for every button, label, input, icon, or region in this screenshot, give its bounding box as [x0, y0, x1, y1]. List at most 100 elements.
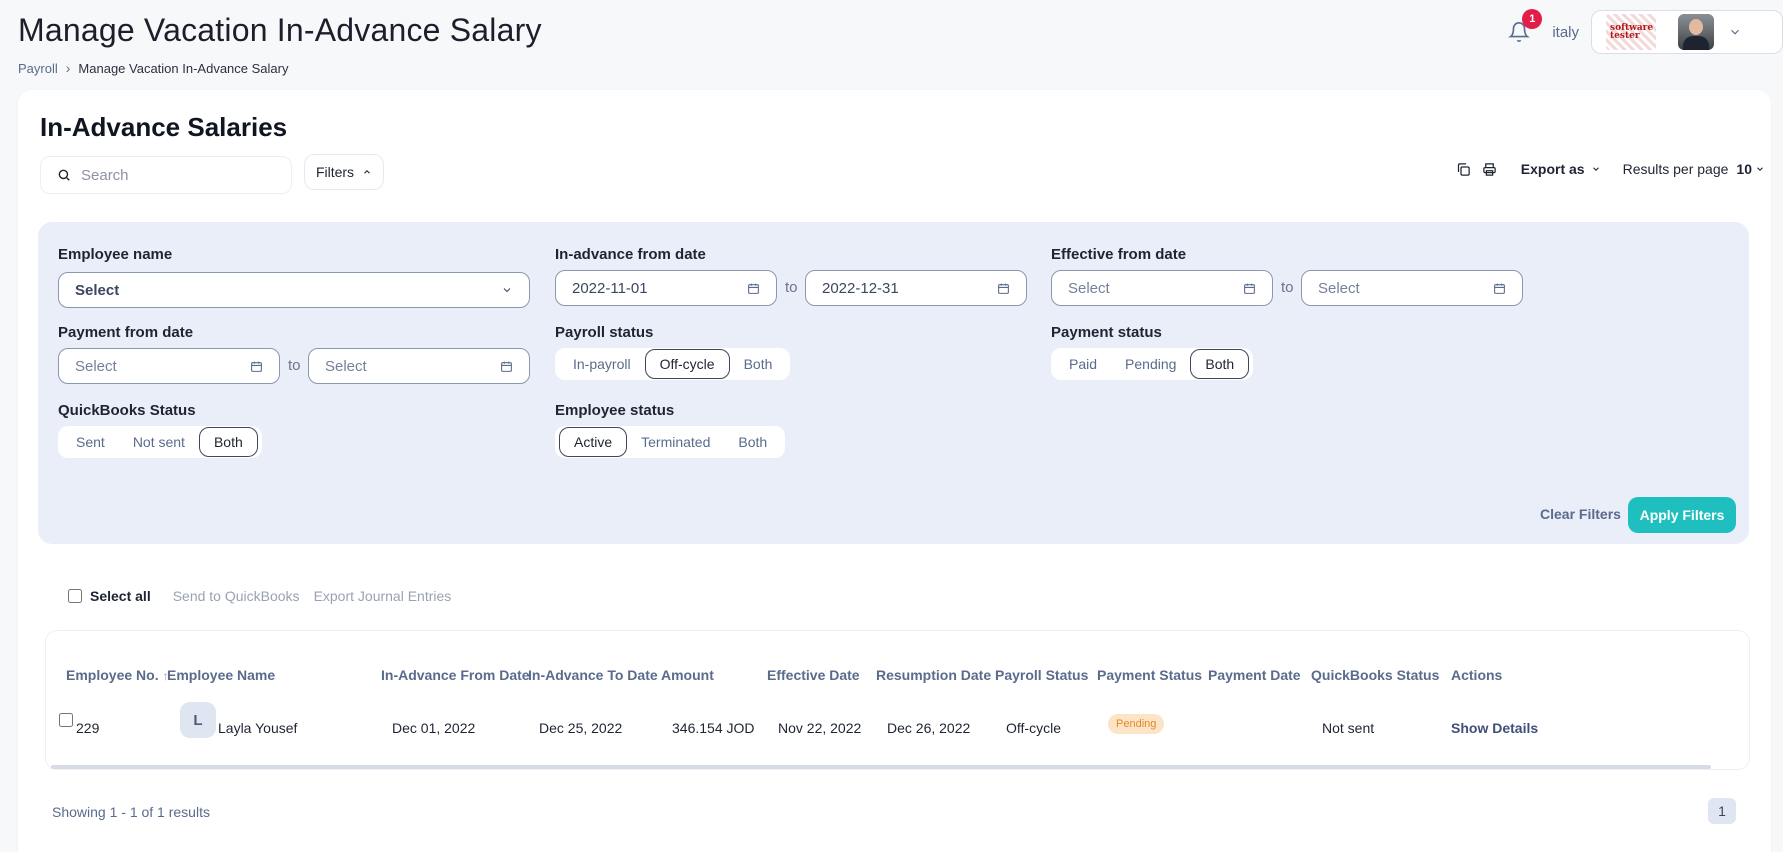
payroll-status-option[interactable]: In-payroll	[559, 349, 645, 379]
chevron-down-icon	[1731, 29, 1739, 35]
clear-filters-button[interactable]: Clear Filters	[1540, 506, 1621, 522]
show-details-link[interactable]: Show Details	[1451, 720, 1538, 736]
quickbooks-status-option[interactable]: Both	[198, 427, 258, 457]
effective-from-date-input[interactable]: Select	[1051, 270, 1273, 306]
col-effective-date: Effective Date	[767, 667, 860, 683]
col-from-date: In-Advance From Date	[381, 667, 530, 683]
employee-status-option[interactable]: Active	[559, 427, 628, 457]
payment-from-label: Payment from date	[58, 324, 194, 341]
search-icon	[58, 169, 70, 181]
employee-name-label: Employee name	[58, 246, 173, 263]
company-name: italy	[1552, 23, 1579, 41]
salaries-table: Employee No. ↑ Employee Name In-Advance …	[45, 630, 1750, 770]
print-icon[interactable]	[1481, 160, 1499, 178]
chevron-down-icon	[1592, 167, 1599, 172]
effective-to-value: Select	[1318, 279, 1360, 297]
select-all-label: Select all	[90, 588, 151, 604]
export-as-dropdown[interactable]: Export as	[1521, 161, 1601, 177]
calendar-icon	[998, 283, 1009, 294]
effective-from-value: Select	[1068, 279, 1110, 297]
payroll-status-option[interactable]: Both	[730, 349, 787, 379]
payroll-status-toggle: In-payroll Off-cycle Both	[555, 348, 791, 380]
cell-resumption-date: Dec 26, 2022	[887, 720, 971, 736]
search-box	[40, 156, 292, 194]
profile-menu[interactable]: software tester	[1591, 10, 1783, 54]
send-to-quickbooks-button[interactable]: Send to QuickBooks	[173, 588, 300, 604]
calendar-icon	[251, 361, 262, 372]
select-all-checkbox[interactable]	[68, 589, 82, 603]
breadcrumb: Payroll › Manage Vacation In-Advance Sal…	[18, 60, 288, 76]
employee-name-select[interactable]: Select	[58, 272, 530, 308]
inadvance-to-date-input[interactable]: 2022-12-31	[805, 270, 1027, 306]
employee-avatar: L	[180, 702, 216, 738]
calendar-icon	[501, 361, 512, 372]
quickbooks-status-option[interactable]: Sent	[62, 427, 119, 457]
chevron-down-icon	[1757, 167, 1763, 172]
results-per-page-value: 10	[1736, 161, 1752, 177]
page-button[interactable]: 1	[1708, 798, 1736, 824]
card-title: In-Advance Salaries	[40, 112, 288, 142]
payroll-status-label: Payroll status	[555, 324, 654, 341]
filters-toggle-button[interactable]: Filters	[304, 154, 384, 190]
cell-effective-date: Nov 22, 2022	[778, 720, 862, 736]
col-employee-name: Employee Name	[167, 667, 276, 683]
payment-status-option[interactable]: Pending	[1111, 349, 1190, 379]
to-separator: to	[1281, 279, 1294, 296]
quickbooks-status-toggle: Sent Not sent Both	[58, 426, 262, 458]
col-resumption-date: Resumption Date	[876, 667, 992, 683]
search-input[interactable]	[81, 166, 271, 184]
calendar-icon	[1494, 283, 1505, 294]
quickbooks-status-option[interactable]: Not sent	[119, 427, 199, 457]
payroll-status-option[interactable]: Off-cycle	[644, 349, 730, 379]
inadvance-from-date-input[interactable]: 2022-11-01	[555, 270, 777, 306]
calendar-icon	[748, 283, 759, 294]
to-separator: to	[288, 357, 301, 374]
breadcrumb-payroll-link[interactable]: Payroll	[18, 61, 58, 76]
cell-quickbooks-status: Not sent	[1322, 720, 1375, 736]
effective-to-date-input[interactable]: Select	[1301, 270, 1523, 306]
employee-status-option[interactable]: Both	[724, 427, 781, 457]
inadvance-to-value: 2022-12-31	[822, 279, 899, 297]
copy-icon[interactable]	[1455, 160, 1473, 178]
inadvance-from-label: In-advance from date	[555, 246, 706, 263]
cell-amount: 346.154 JOD	[672, 720, 755, 736]
cell-from-date: Dec 01, 2022	[392, 720, 476, 736]
col-payment-date: Payment Date	[1208, 667, 1301, 683]
effective-from-label: Effective from date	[1051, 246, 1187, 263]
export-journal-entries-button[interactable]: Export Journal Entries	[314, 588, 452, 604]
row-checkbox[interactable]	[59, 713, 73, 727]
notification-count-badge: 1	[1522, 9, 1543, 29]
payment-from-date-input[interactable]: Select	[58, 348, 280, 384]
col-employee-no[interactable]: Employee No. ↑	[66, 667, 168, 683]
payment-status-option[interactable]: Paid	[1055, 349, 1111, 379]
payment-to-date-input[interactable]: Select	[308, 348, 530, 384]
employee-status-option[interactable]: Terminated	[627, 427, 724, 457]
payment-to-value: Select	[325, 357, 367, 375]
results-per-page-label: Results per page	[1622, 161, 1729, 177]
cell-employee-no: 229	[76, 720, 100, 736]
payment-status-option[interactable]: Both	[1190, 349, 1250, 379]
main-card: In-Advance Salaries Filters Export as Re…	[18, 90, 1771, 852]
payment-status-toggle: Paid Pending Both	[1051, 348, 1254, 380]
col-quickbooks-status: QuickBooks Status	[1311, 667, 1440, 683]
company-logo: software tester	[1606, 14, 1656, 50]
page-title: Manage Vacation In-Advance Salary	[18, 12, 542, 48]
cell-to-date: Dec 25, 2022	[539, 720, 623, 736]
filters-label: Filters	[315, 164, 355, 180]
employee-name-value: Select	[75, 281, 120, 299]
employee-status-toggle: Active Terminated Both	[555, 426, 786, 458]
notification-bell-icon[interactable]: 1	[1504, 9, 1543, 47]
header-right: 1 italy software tester	[1504, 8, 1783, 56]
breadcrumb-separator-icon: ›	[65, 60, 71, 76]
cell-payroll-status: Off-cycle	[1006, 720, 1061, 736]
bulk-actions-bar: Select all Send to QuickBooks Export Jou…	[68, 588, 465, 604]
quickbooks-status-label: QuickBooks Status	[58, 402, 196, 419]
employee-status-label: Employee status	[555, 402, 675, 419]
apply-filters-button[interactable]: Apply Filters	[1628, 497, 1736, 533]
horizontal-scrollbar[interactable]	[51, 765, 1711, 769]
results-per-page-select[interactable]: 10	[1736, 161, 1765, 177]
inadvance-from-value: 2022-11-01	[572, 279, 648, 297]
col-to-date: In-Advance To Date	[528, 667, 658, 683]
payment-status-label: Payment status	[1051, 324, 1162, 341]
chevron-up-icon	[364, 169, 370, 174]
